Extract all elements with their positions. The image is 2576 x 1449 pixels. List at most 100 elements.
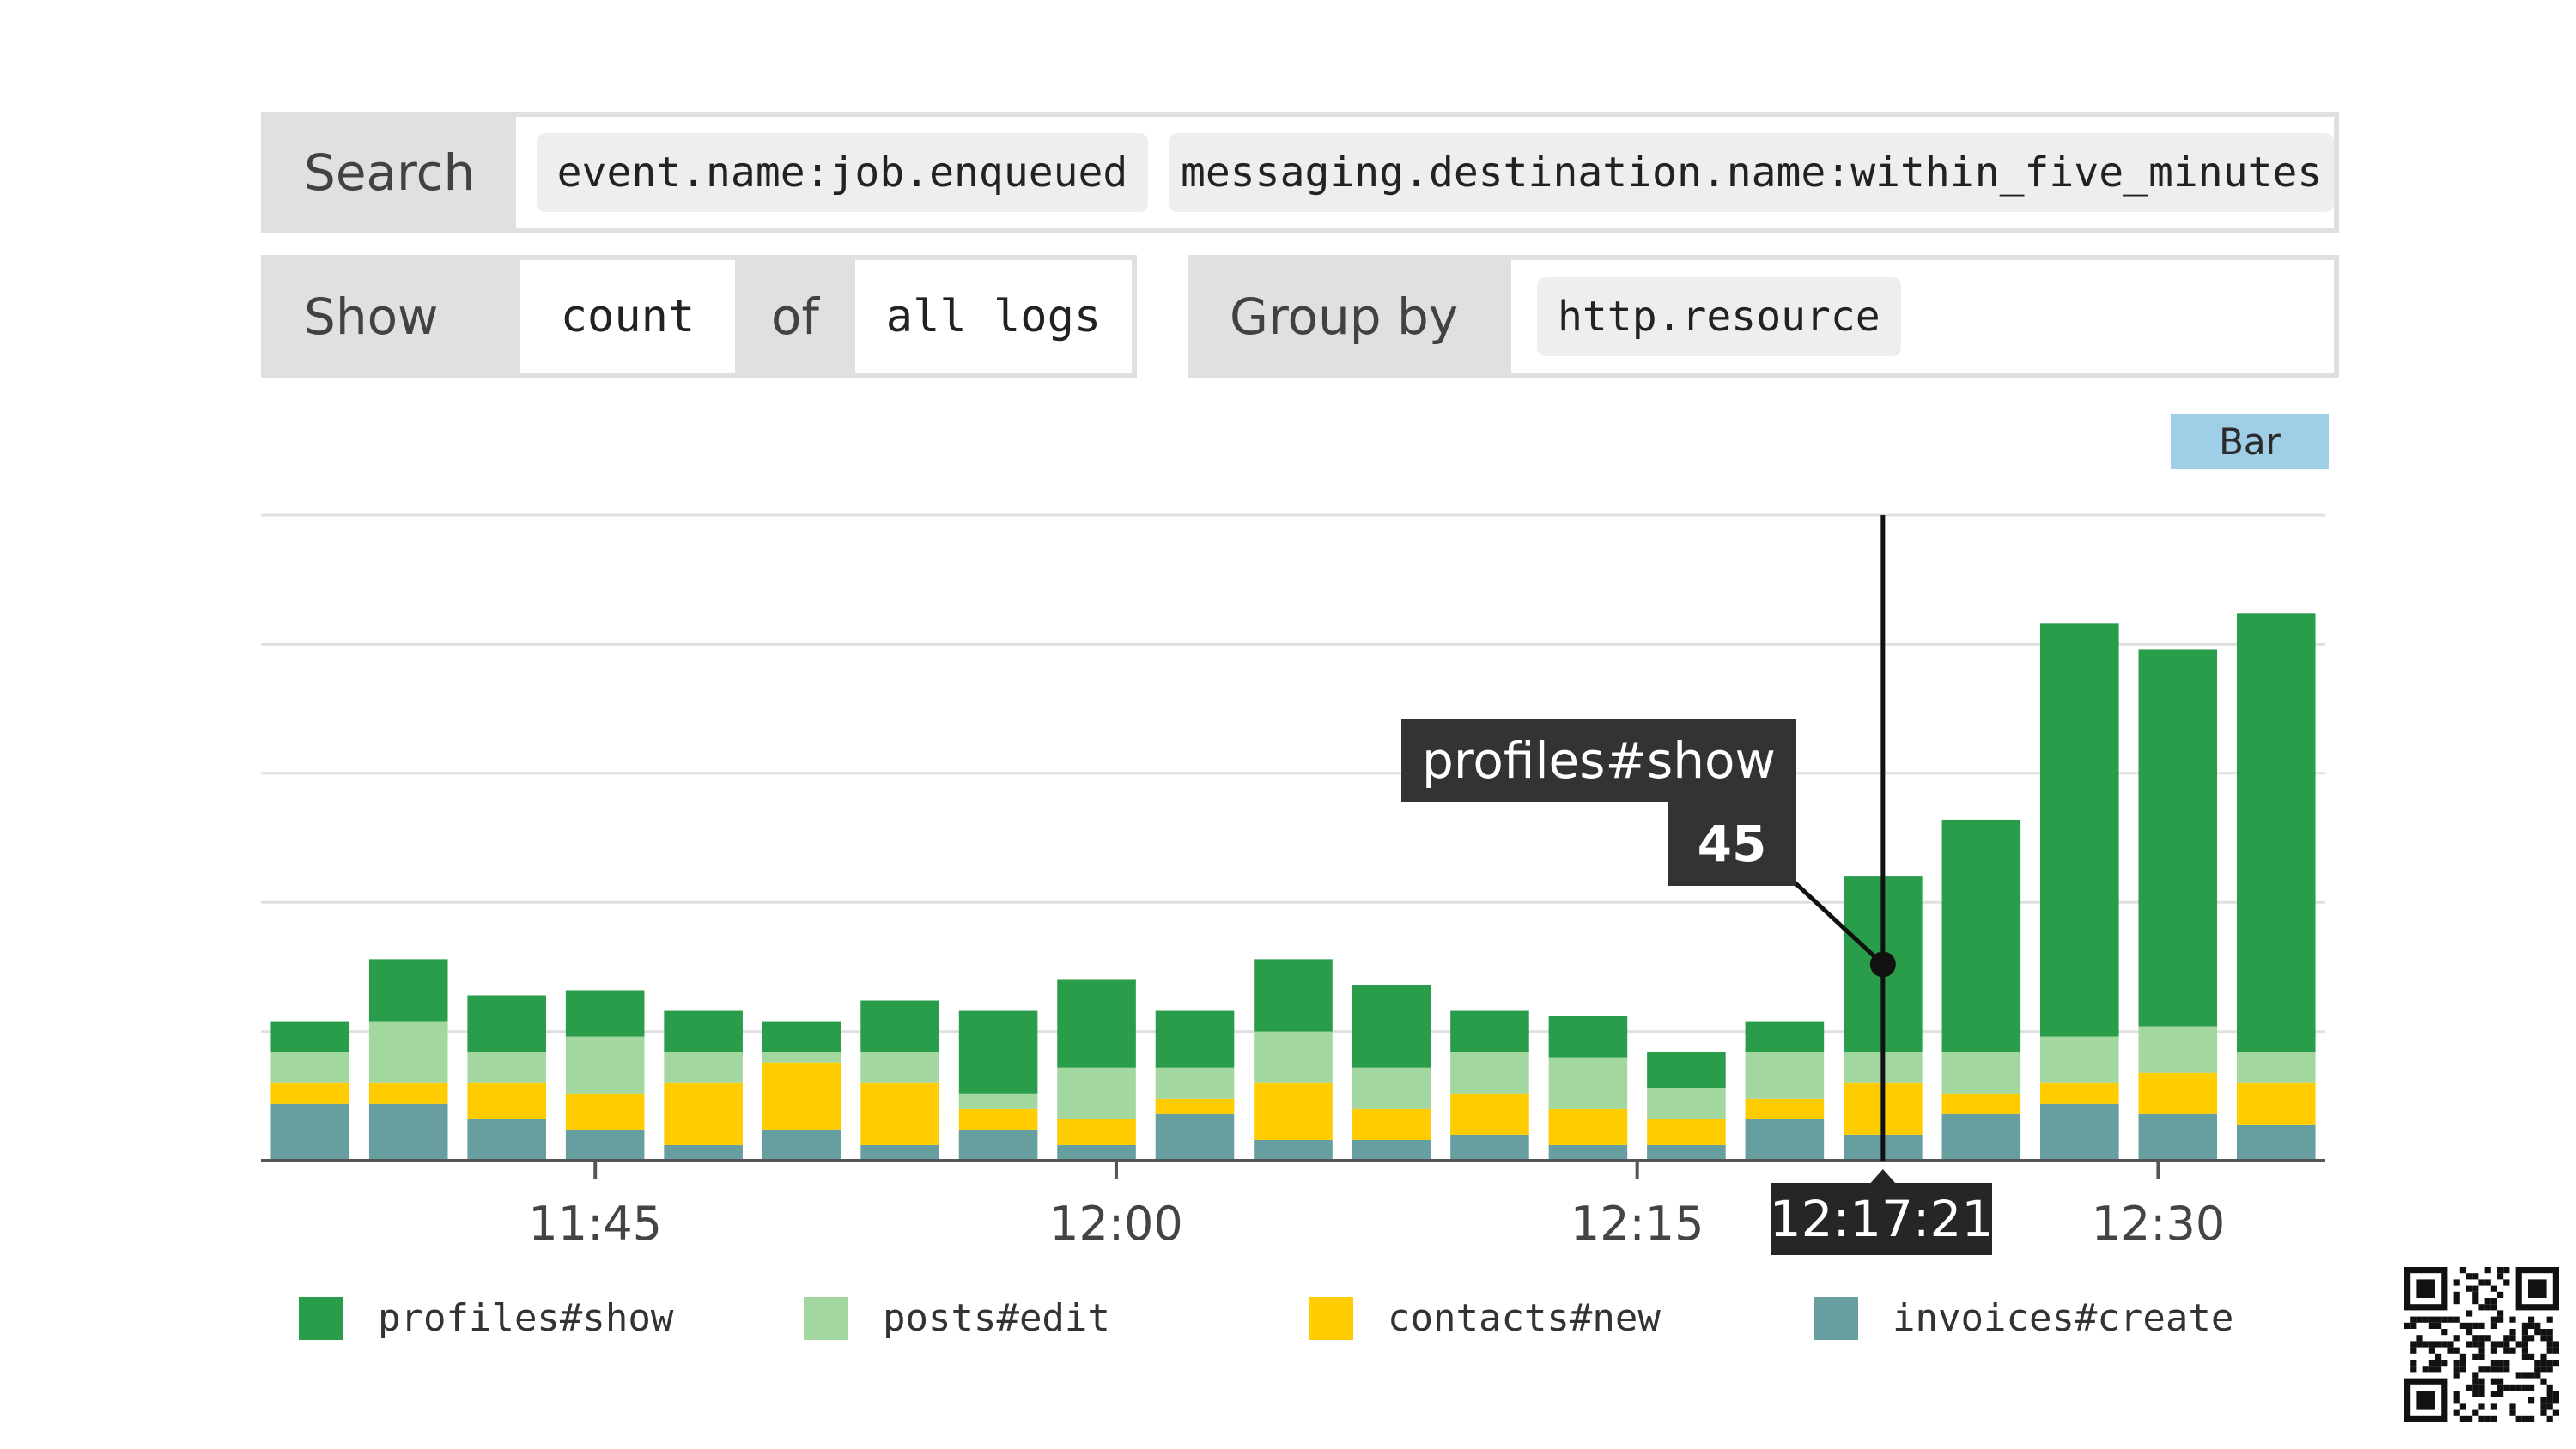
bar-segment-profiles-show[interactable] [368, 959, 448, 1022]
bar-segment-invoices-create[interactable] [565, 1129, 645, 1161]
bar-segment-posts-edit[interactable] [270, 1052, 350, 1083]
bar-segment-invoices-create[interactable] [2040, 1103, 2119, 1161]
bar-segment-invoices-create[interactable] [1254, 1139, 1333, 1161]
x-tick-label: 12:00 [1049, 1197, 1183, 1251]
bar-segment-invoices-create[interactable] [1155, 1113, 1235, 1161]
bar-segment-posts-edit[interactable] [2236, 1052, 2316, 1083]
bar-segment-contacts-new[interactable] [958, 1108, 1038, 1130]
bar-segment-invoices-create[interactable] [1647, 1144, 1726, 1161]
bar-segment-contacts-new[interactable] [2138, 1072, 2218, 1114]
legend-swatch [299, 1296, 343, 1340]
bar-segment-invoices-create[interactable] [270, 1103, 350, 1161]
tooltip-series: profiles#show [1401, 719, 1796, 802]
bar-segment-contacts-new[interactable] [565, 1093, 645, 1130]
cursor-timestamp: 12:17:21 [1770, 1183, 1993, 1255]
bar-segment-profiles-show[interactable] [2040, 623, 2119, 1037]
legend-item-profiles-show[interactable]: profiles#show [299, 1296, 673, 1340]
bars [270, 613, 2316, 1161]
bar-segment-invoices-create[interactable] [467, 1119, 546, 1161]
bar-segment-contacts-new[interactable] [860, 1082, 939, 1145]
bar-segment-contacts-new[interactable] [1254, 1082, 1333, 1140]
bar-segment-contacts-new[interactable] [1057, 1119, 1136, 1145]
bar-segment-contacts-new[interactable] [762, 1062, 841, 1130]
bar-segment-posts-edit[interactable] [2138, 1026, 2218, 1073]
bar-segment-profiles-show[interactable] [1450, 1010, 1529, 1052]
bar-segment-profiles-show[interactable] [762, 1021, 841, 1052]
bar-segment-posts-edit[interactable] [1057, 1067, 1136, 1119]
legend-label: profiles#show [378, 1296, 674, 1340]
bar-segment-contacts-new[interactable] [1745, 1098, 1825, 1119]
bar-segment-invoices-create[interactable] [762, 1129, 841, 1161]
bar-segment-profiles-show[interactable] [958, 1010, 1038, 1094]
legend-label: posts#edit [883, 1296, 1110, 1340]
x-tick-label: 11:45 [528, 1197, 662, 1251]
bar-segment-invoices-create[interactable] [1057, 1144, 1136, 1161]
bar-segment-posts-edit[interactable] [1941, 1052, 2021, 1094]
bar-segment-profiles-show[interactable] [1254, 959, 1333, 1032]
bar-segment-posts-edit[interactable] [664, 1052, 743, 1083]
bar-segment-contacts-new[interactable] [664, 1082, 743, 1145]
bar-segment-posts-edit[interactable] [1155, 1067, 1235, 1099]
bar-segment-contacts-new[interactable] [2236, 1082, 2316, 1125]
bar-segment-profiles-show[interactable] [1155, 1010, 1235, 1068]
legend-item-contacts-new[interactable]: contacts#new [1309, 1296, 1661, 1340]
bar-segment-contacts-new[interactable] [467, 1082, 546, 1119]
legend-swatch [1814, 1296, 1858, 1340]
bar-segment-profiles-show[interactable] [1548, 1016, 1628, 1058]
bar-segment-invoices-create[interactable] [664, 1144, 743, 1161]
bar-segment-contacts-new[interactable] [1450, 1093, 1529, 1135]
bar-segment-profiles-show[interactable] [1057, 979, 1136, 1068]
legend-item-invoices-create[interactable]: invoices#create [1814, 1296, 2233, 1340]
bar-segment-posts-edit[interactable] [1647, 1088, 1726, 1119]
x-axis: 11:45 12:00 12:15 12:30 [261, 1159, 2325, 1251]
bar-segment-invoices-create[interactable] [958, 1129, 1038, 1161]
bar-segment-profiles-show[interactable] [1647, 1052, 1726, 1088]
bar-segment-contacts-new[interactable] [1352, 1108, 1431, 1140]
bar-segment-posts-edit[interactable] [565, 1036, 645, 1094]
tooltip-value: 45 [1668, 802, 1796, 886]
bar-segment-invoices-create[interactable] [1745, 1119, 1825, 1161]
legend-swatch [1309, 1296, 1353, 1340]
bar-segment-invoices-create[interactable] [860, 1144, 939, 1161]
bar-segment-profiles-show[interactable] [1745, 1021, 1825, 1052]
bar-segment-invoices-create[interactable] [1548, 1144, 1628, 1161]
bar-segment-contacts-new[interactable] [1941, 1093, 2021, 1114]
bar-segment-profiles-show[interactable] [270, 1021, 350, 1052]
bar-segment-profiles-show[interactable] [467, 995, 546, 1052]
bar-segment-invoices-create[interactable] [1941, 1113, 2021, 1161]
bar-segment-contacts-new[interactable] [368, 1082, 448, 1104]
x-tick-label: 12:15 [1571, 1197, 1704, 1251]
bar-segment-contacts-new[interactable] [1155, 1098, 1235, 1114]
bar-segment-contacts-new[interactable] [1647, 1119, 1726, 1145]
bar-segment-posts-edit[interactable] [860, 1052, 939, 1083]
bar-segment-posts-edit[interactable] [1352, 1067, 1431, 1109]
bar-segment-invoices-create[interactable] [1450, 1134, 1529, 1161]
qr-code-icon [2404, 1267, 2559, 1422]
bar-segment-posts-edit[interactable] [762, 1052, 841, 1063]
bar-segment-profiles-show[interactable] [565, 990, 645, 1037]
bar-segment-posts-edit[interactable] [1254, 1031, 1333, 1083]
bar-segment-profiles-show[interactable] [1941, 819, 2021, 1052]
bar-segment-invoices-create[interactable] [2138, 1113, 2218, 1161]
bar-segment-invoices-create[interactable] [368, 1103, 448, 1161]
bar-segment-invoices-create[interactable] [2236, 1124, 2316, 1161]
bar-segment-profiles-show[interactable] [1352, 985, 1431, 1068]
bar-segment-contacts-new[interactable] [270, 1082, 350, 1104]
bar-segment-posts-edit[interactable] [2040, 1036, 2119, 1083]
bar-segment-profiles-show[interactable] [860, 1000, 939, 1052]
bar-segment-posts-edit[interactable] [368, 1021, 448, 1083]
legend-item-posts-edit[interactable]: posts#edit [804, 1296, 1110, 1340]
bar-segment-invoices-create[interactable] [1352, 1139, 1431, 1161]
bar-segment-contacts-new[interactable] [2040, 1082, 2119, 1104]
bar-segment-profiles-show[interactable] [664, 1010, 743, 1052]
bar-segment-posts-edit[interactable] [1548, 1057, 1628, 1109]
bar-segment-posts-edit[interactable] [1450, 1052, 1529, 1094]
bar-segment-posts-edit[interactable] [1745, 1052, 1825, 1099]
bar-segment-contacts-new[interactable] [1548, 1108, 1628, 1145]
bar-segment-posts-edit[interactable] [958, 1093, 1038, 1109]
bar-segment-profiles-show[interactable] [2236, 613, 2316, 1052]
bar-segment-profiles-show[interactable] [2138, 649, 2218, 1027]
bar-segment-posts-edit[interactable] [467, 1052, 546, 1083]
stacked-bar-chart: 11:45 12:00 12:15 12:30 [261, 513, 2325, 1251]
legend-label: contacts#new [1388, 1296, 1661, 1340]
